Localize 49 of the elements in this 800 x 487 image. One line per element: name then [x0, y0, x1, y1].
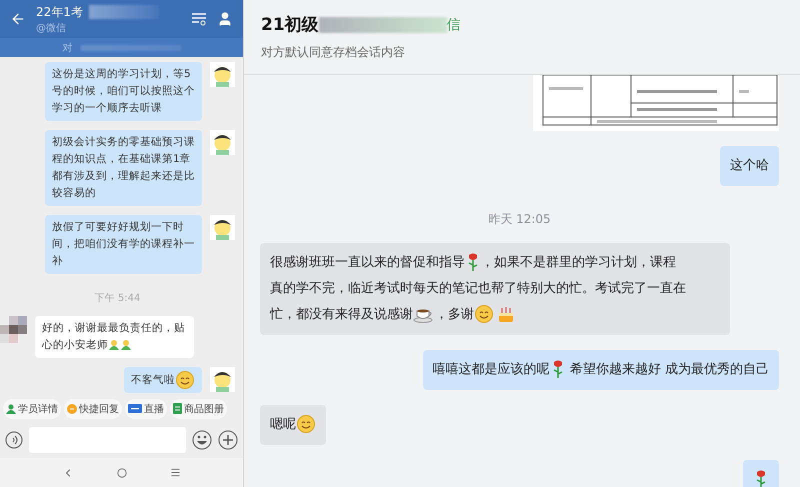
voice-icon[interactable] [5, 431, 23, 449]
cake-icon [496, 304, 516, 324]
chat-subtitle: @微信 [36, 22, 67, 34]
user-icon[interactable] [217, 11, 233, 27]
message-text: ，如果不是群里的学习计划，课程 [481, 254, 676, 272]
rose-icon [467, 253, 479, 272]
message-text: 嘻嘻这都是应该的呢 [432, 361, 550, 379]
avatar [210, 367, 235, 392]
message-text: 这个哈 [730, 158, 769, 173]
filter-list-icon[interactable] [191, 12, 207, 26]
quick-action-chip[interactable]: 快捷回复 [64, 398, 122, 418]
archive-notice: 对方默认同意存档会话内容 [261, 44, 406, 61]
avatar [210, 130, 235, 155]
timestamp: 昨天 12:05 [488, 211, 551, 228]
smiley-icon [475, 305, 493, 324]
rose-icon [755, 470, 767, 487]
message-text: 这份是这周的学习计划，等5号的时候，咱们可以按照这个学习的一个顺序去听课 [52, 68, 195, 114]
home-nav-icon[interactable] [116, 468, 127, 478]
chat-title-suffix: 信 [446, 16, 461, 34]
chat-title: 21初级 [261, 14, 319, 36]
plus-icon[interactable] [218, 430, 238, 450]
back-icon[interactable] [10, 11, 26, 27]
chat-title: 22年1考 [36, 4, 83, 20]
avatar [210, 62, 235, 87]
message-text: 放假了可要好好规划一下时间，把咱们没有学的课程补一补 [52, 221, 195, 267]
notice-text: 对 [62, 42, 72, 54]
blurred-area [88, 5, 159, 19]
menu-nav-icon[interactable] [170, 467, 182, 478]
message-text: 好的，谢谢最最负责任的，贴 [42, 321, 185, 336]
emoji-icon[interactable] [192, 430, 212, 450]
message-text: 嗯呢 [270, 416, 296, 434]
message-text: 不客气啦 [131, 372, 175, 388]
message-text: 忙，都没有来得及说感谢 [270, 306, 413, 324]
rose-icon [552, 360, 564, 378]
message-text: ，多谢 [435, 306, 474, 324]
avatar [210, 215, 235, 240]
message-text: 很感谢班班一直以来的督促和指导 [270, 254, 465, 272]
message-text: 真的学不完，临近考试时每天的笔记也帮了特别大的忙。考试完了一直在 [270, 280, 686, 298]
timestamp: 下午 5:44 [94, 292, 140, 305]
quick-action-chip[interactable]: 商品图册 [170, 398, 227, 418]
document-icon [173, 403, 182, 414]
quick-action-chip[interactable]: 学员详情 [3, 398, 61, 418]
smiley-icon [176, 371, 194, 389]
quick-action-chip[interactable]: 直播 [125, 398, 167, 418]
message-text: 初级会计实务的零基础预习课程的知识点，在基础课第1章都有涉及到，理解起来还是比较容易的 [52, 136, 195, 199]
message-text: 希望你越来越好 成为最优秀的自己 [568, 361, 769, 379]
person-icon [6, 404, 16, 414]
smiley-icon [297, 415, 315, 434]
message-text: 心的小安老师 [42, 338, 108, 353]
